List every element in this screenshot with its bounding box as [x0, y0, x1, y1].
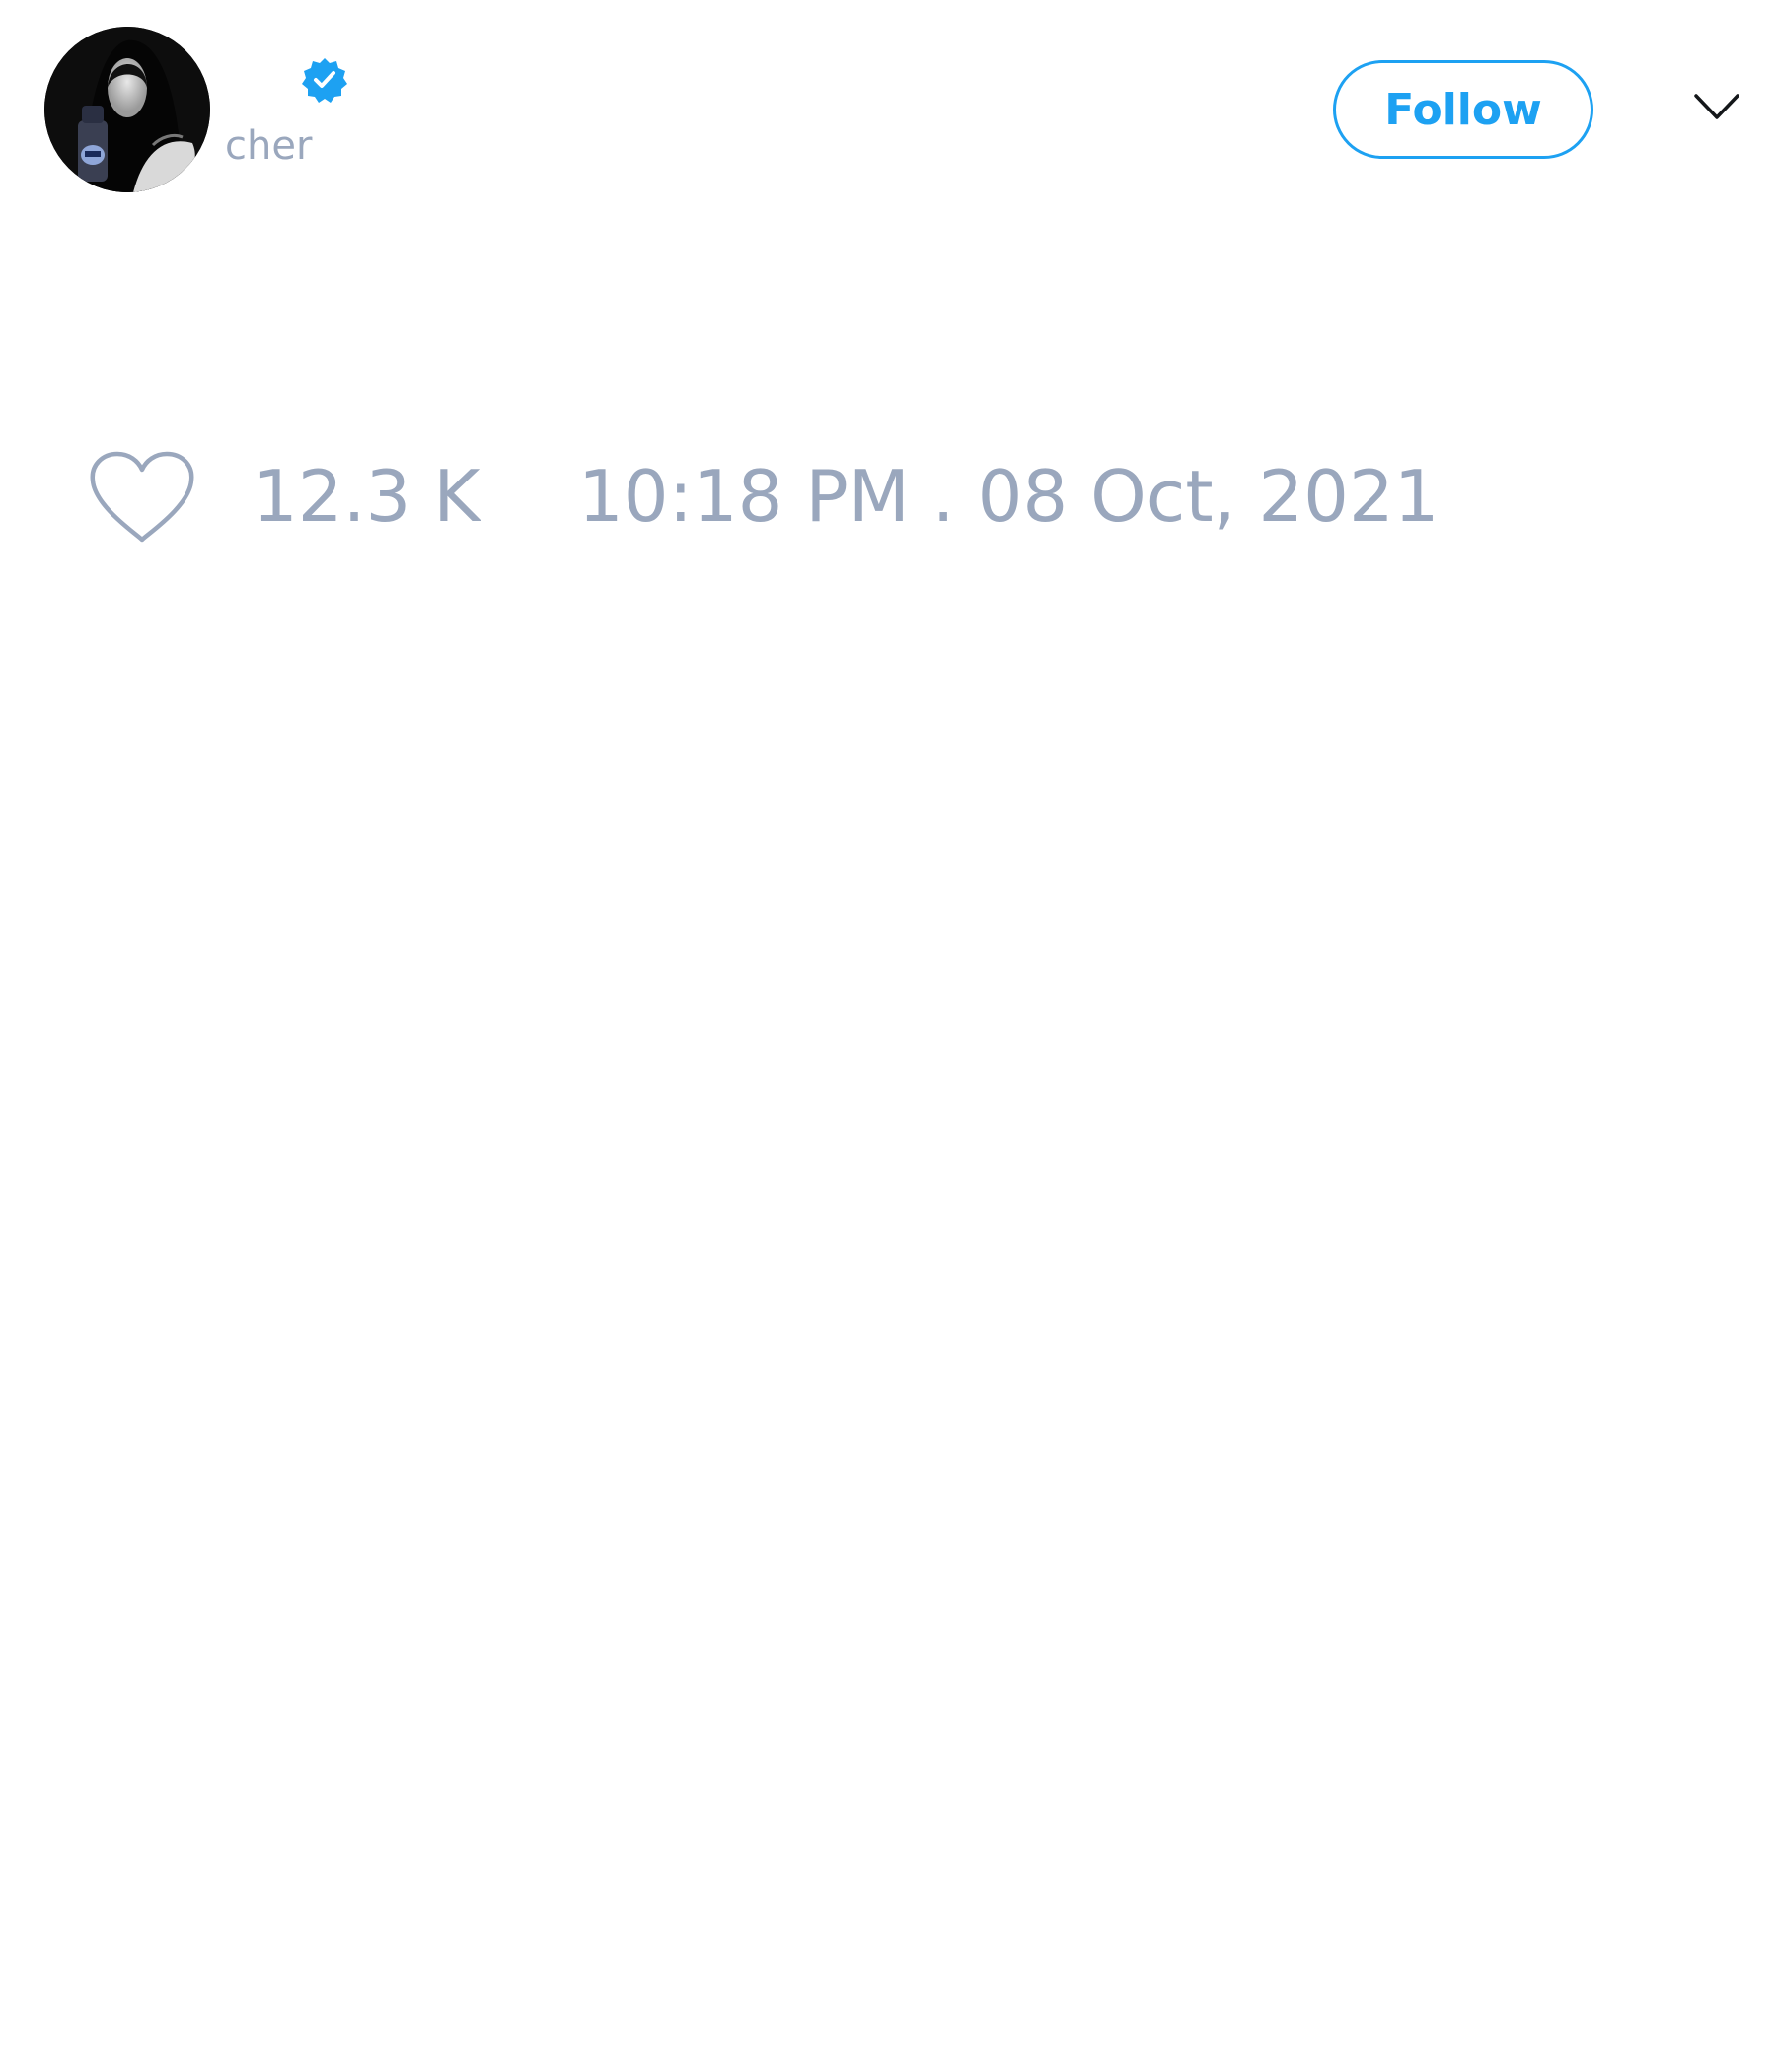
chevron-down-icon[interactable]: [1693, 92, 1740, 121]
avatar[interactable]: [44, 27, 210, 192]
verified-badge-icon: [301, 56, 348, 104]
avatar-image: [44, 27, 210, 192]
like-count: 12.3 K: [253, 455, 481, 538]
tweet-card: cher Follow 12.3 K 10:18 PM . 08 Oct, 20…: [0, 0, 1776, 2072]
heart-outline-icon[interactable]: [89, 451, 195, 544]
follow-button[interactable]: Follow: [1333, 60, 1593, 159]
handle[interactable]: cher: [225, 126, 312, 166]
timestamp[interactable]: 10:18 PM . 08 Oct, 2021: [578, 447, 1440, 546]
